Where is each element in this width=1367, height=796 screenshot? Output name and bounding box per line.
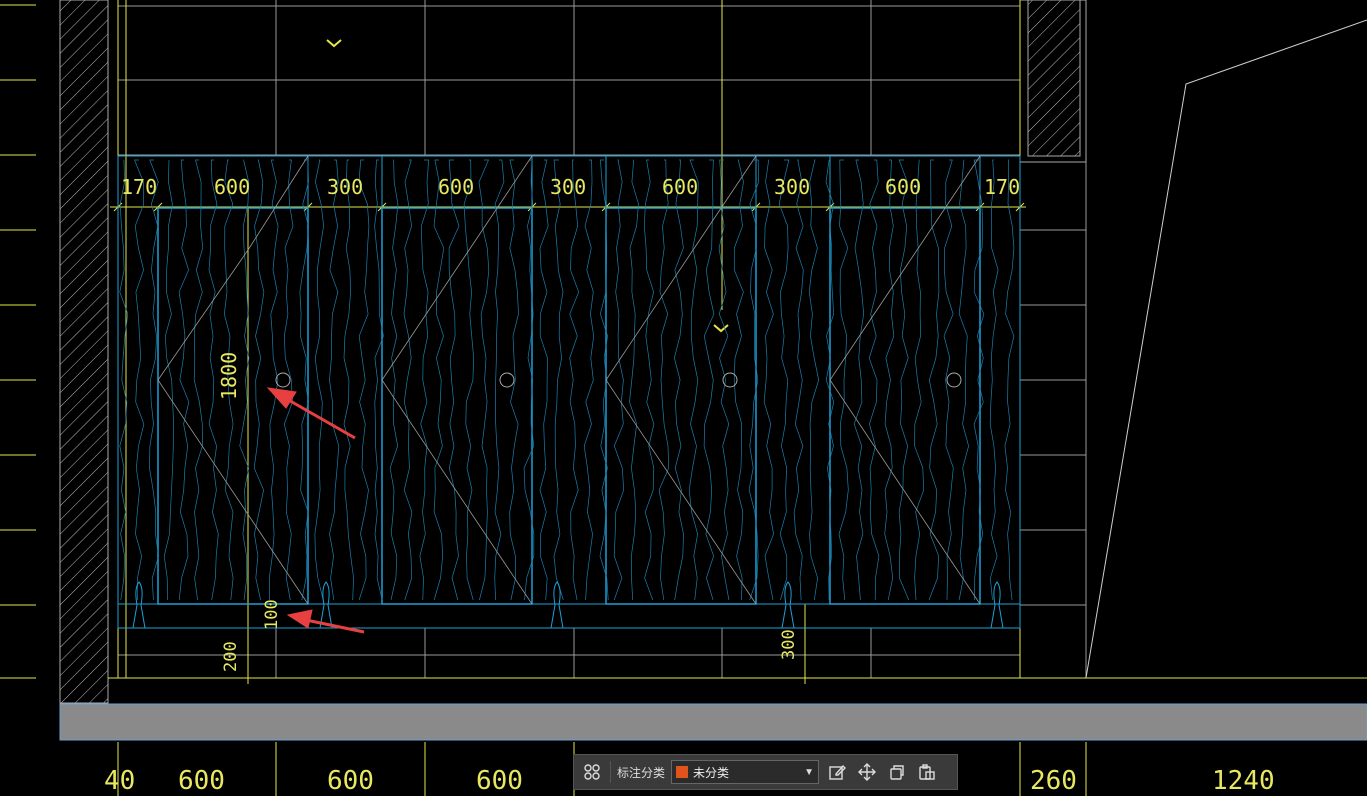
top-dim-6: 600	[662, 175, 698, 199]
grain-line	[599, 159, 609, 601]
grain-line	[808, 159, 820, 601]
top-dim-1: 170	[121, 175, 157, 199]
grain-line	[868, 159, 880, 601]
grain-line	[283, 159, 294, 601]
grain-line	[583, 159, 595, 601]
bottom-dim-5: 260	[1030, 766, 1077, 796]
left-wall	[0, 0, 109, 704]
top-dim-5: 300	[550, 175, 586, 199]
right-column	[1019, 0, 1087, 163]
grain-line	[884, 159, 895, 601]
grain-line	[853, 159, 865, 601]
move-icon[interactable]	[855, 760, 879, 784]
bottom-dim-1: 40	[104, 766, 135, 796]
grain-line	[403, 159, 413, 601]
top-dim-2: 600	[214, 175, 250, 199]
paste-icon[interactable]	[915, 760, 939, 784]
grain-line	[733, 159, 744, 601]
grain-line	[943, 159, 954, 601]
door-swing-lines	[157, 155, 981, 605]
grain-line	[133, 159, 145, 600]
category-color-swatch	[676, 766, 689, 778]
grain-line	[1004, 159, 1015, 601]
cad-drawing-canvas[interactable]: 170 600 300 600 300 600 300 600 170 1800…	[0, 0, 1367, 796]
grain-line	[193, 159, 204, 601]
grain-line	[748, 159, 759, 601]
top-dim-3: 300	[327, 175, 363, 199]
grain-line	[433, 159, 445, 601]
grain-line	[718, 159, 730, 601]
toilet-partitions	[117, 155, 1021, 629]
grain-line	[268, 159, 279, 601]
grain-line	[688, 159, 699, 601]
grain-line	[358, 159, 370, 601]
door-knobs	[275, 372, 962, 388]
annotation-arrows	[266, 387, 365, 634]
grain-line	[763, 159, 774, 601]
bottom-dim-2: 600	[178, 766, 225, 796]
grain-line	[463, 159, 475, 601]
grain-line	[793, 159, 804, 601]
grain-line	[914, 159, 925, 601]
grain-line	[478, 159, 490, 601]
grain-line	[928, 159, 940, 601]
grain-line	[553, 159, 564, 601]
grain-line	[898, 159, 910, 601]
top-dim-8: 600	[885, 175, 921, 199]
chevron-down-icon: ▼	[804, 766, 815, 778]
grain-line	[178, 159, 190, 601]
grain-line	[448, 159, 460, 601]
grain-line	[673, 159, 684, 601]
wood-grain	[119, 159, 1015, 601]
gap-dim: 100	[262, 599, 282, 630]
grain-line	[539, 159, 549, 601]
grain-line	[343, 159, 354, 601]
grain-line	[643, 159, 655, 601]
grain-line	[973, 159, 985, 601]
grid-icon[interactable]	[580, 760, 604, 784]
grain-line	[494, 159, 505, 601]
grain-line	[658, 159, 670, 601]
arrow-2	[305, 618, 365, 634]
leg-dim: 300	[779, 629, 799, 660]
grain-line	[838, 159, 849, 601]
tile-grid	[118, 0, 1087, 678]
grain-line	[419, 159, 430, 601]
top-dim-4: 600	[438, 175, 474, 199]
arrow-1-head	[266, 387, 297, 409]
grain-line	[613, 159, 625, 601]
base-dim: 200	[221, 641, 241, 672]
grain-line	[778, 159, 790, 601]
grain-line	[314, 159, 324, 601]
dimension-toolbar: 标注分类 未分类 ▼	[573, 754, 958, 790]
bottom-dim-6: 1240	[1212, 766, 1275, 796]
grain-line	[569, 159, 580, 601]
grain-line	[389, 159, 399, 601]
bottom-dim-4: 600	[476, 766, 523, 796]
grain-line	[149, 159, 159, 601]
edit-icon[interactable]	[825, 760, 849, 784]
top-dim-7: 300	[774, 175, 810, 199]
grain-line	[629, 159, 639, 601]
category-label: 标注分类	[617, 765, 666, 780]
copy-icon[interactable]	[885, 760, 909, 784]
arrow-2-head	[286, 609, 313, 629]
grain-line	[253, 159, 265, 601]
grain-line	[329, 159, 340, 601]
frame-lines	[108, 0, 1367, 684]
category-dropdown[interactable]: 未分类 ▼	[671, 760, 820, 784]
toolbar-divider	[610, 761, 611, 783]
grain-line	[163, 159, 175, 601]
category-value: 未分类	[693, 765, 730, 780]
floor-band	[59, 703, 1367, 741]
arrow-1	[284, 396, 356, 440]
bottom-dim-3: 600	[327, 766, 374, 796]
grain-line	[119, 159, 129, 601]
height-dim: 1800	[217, 352, 241, 400]
grain-line	[989, 159, 999, 601]
right-diagonal-lines	[1085, 19, 1367, 679]
top-dim-9: 170	[984, 175, 1020, 199]
